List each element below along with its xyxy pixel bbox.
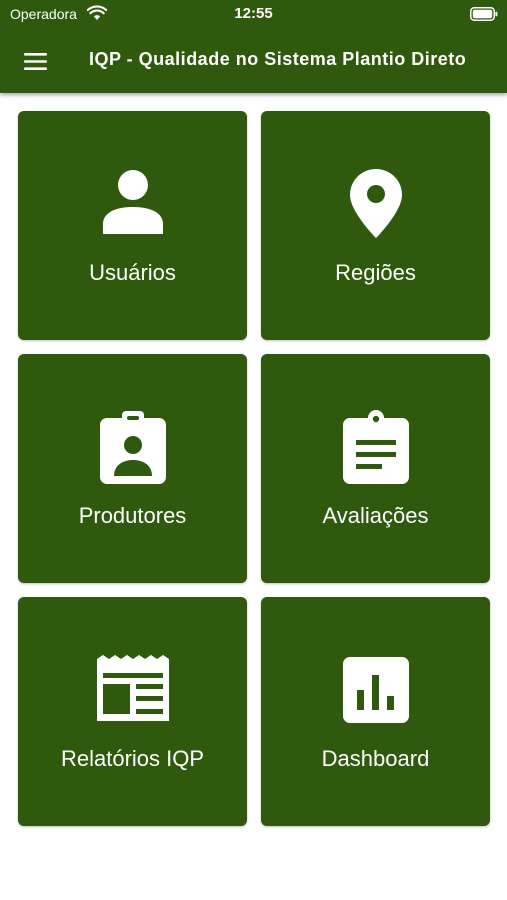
clipboard-icon	[343, 410, 409, 484]
tile-relatorios-iqp[interactable]: Relatórios IQP	[18, 597, 247, 826]
tile-dashboard[interactable]: Dashboard	[261, 597, 490, 826]
bar-chart-icon	[343, 657, 409, 723]
tile-regioes[interactable]: Regiões	[261, 111, 490, 340]
tile-label: Avaliações	[322, 503, 429, 528]
tile-label: Dashboard	[321, 746, 430, 771]
tile-usuarios[interactable]: Usuários	[18, 111, 247, 340]
menu-grid: Usuários Regiões Produtores Avaliações R…	[0, 0, 507, 900]
tile-label: Usuários	[89, 260, 176, 285]
tile-avaliacoes[interactable]: Avaliações	[261, 354, 490, 583]
id-badge-icon	[100, 411, 166, 484]
user-icon	[103, 170, 163, 234]
tile-label: Regiões	[335, 260, 416, 285]
map-pin-icon	[350, 169, 402, 238]
tile-label: Relatórios IQP	[60, 746, 205, 771]
receipt-icon	[97, 655, 169, 721]
tile-label: Produtores	[78, 503, 187, 528]
tile-produtores[interactable]: Produtores	[18, 354, 247, 583]
